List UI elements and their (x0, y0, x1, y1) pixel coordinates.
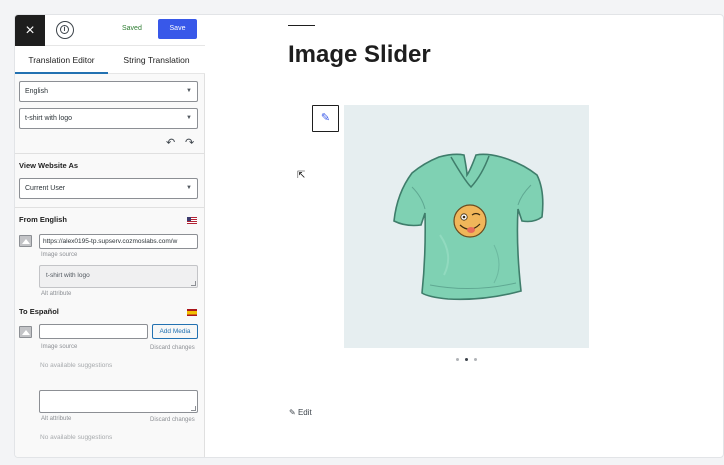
tshirt-image (393, 153, 544, 301)
close-icon: × (25, 22, 35, 39)
mouse-cursor-icon: ⇱ (297, 170, 306, 181)
pencil-icon: ✎ (320, 112, 331, 124)
source-image-url-field[interactable]: https://alex0195-tp.supserv.cozmoslabs.c… (39, 234, 198, 249)
sidebar-topbar: × i Saved Save (15, 15, 205, 46)
slider-dot[interactable] (456, 358, 459, 361)
discard-changes-link[interactable]: Discard changes (150, 345, 195, 351)
target-alt-textarea[interactable] (39, 390, 198, 413)
es-flag-icon (187, 309, 197, 316)
source-image-caption: Image source (41, 252, 78, 258)
page-preview: Image Slider ✎ ⇱ ✎ Edit (205, 15, 723, 457)
slider-dot-active[interactable] (465, 358, 468, 361)
target-language-title: To Español (19, 307, 59, 316)
page-title: Image Slider (288, 41, 431, 68)
target-image-url-field[interactable] (39, 324, 148, 339)
slider-dot[interactable] (474, 358, 477, 361)
chevron-down-icon: ▼ (186, 115, 192, 121)
image-icon (19, 326, 32, 338)
saved-status: Saved (122, 25, 142, 32)
chevron-down-icon: ▼ (186, 88, 192, 94)
resize-grip-icon (191, 406, 196, 411)
edit-link[interactable]: ✎ Edit (289, 408, 312, 417)
source-alt-value: t-shirt with logo (46, 272, 90, 279)
image-icon (19, 235, 32, 247)
sidebar-tabs: Translation Editor String Translation (15, 46, 205, 74)
pencil-icon: ✎ (289, 408, 296, 417)
edit-translation-button[interactable]: ✎ (312, 105, 339, 132)
source-alt-caption: Alt attribute (41, 291, 72, 297)
suggestions-empty-text: No available suggestions (40, 362, 113, 369)
string-select[interactable]: t-shirt with logo ▼ (19, 108, 198, 129)
source-language-title: From English (19, 215, 67, 224)
slider-image[interactable] (344, 105, 589, 348)
view-as-title: View Website As (19, 161, 79, 170)
resize-grip-icon (191, 281, 196, 286)
us-flag-icon (187, 217, 197, 224)
tab-translation-editor[interactable]: Translation Editor (15, 46, 108, 74)
chevron-down-icon: ▼ (186, 185, 192, 191)
title-rule (288, 25, 315, 26)
view-as-select[interactable]: Current User ▼ (19, 178, 198, 199)
info-icon: i (60, 25, 69, 34)
string-select-value: t-shirt with logo (25, 115, 73, 122)
language-select[interactable]: English ▼ (19, 81, 198, 102)
undo-icon[interactable]: ↶ (166, 136, 175, 149)
suggestions-empty-text: No available suggestions (40, 434, 113, 441)
app-frame: × i Saved Save Translation Editor String… (14, 14, 724, 458)
section-divider (15, 153, 205, 154)
save-button[interactable]: Save (158, 19, 197, 39)
edit-label: Edit (297, 408, 312, 417)
info-button[interactable]: i (56, 21, 74, 39)
source-alt-textarea: t-shirt with logo (39, 265, 198, 288)
section-divider (15, 207, 205, 208)
target-image-caption: Image source (41, 344, 78, 350)
discard-changes-link[interactable]: Discard changes (150, 417, 195, 423)
translation-sidebar: × i Saved Save Translation Editor String… (15, 15, 205, 457)
target-alt-caption: Alt attribute (41, 416, 72, 422)
redo-icon[interactable]: ↷ (185, 136, 194, 149)
close-button[interactable]: × (15, 15, 45, 46)
view-as-select-value: Current User (25, 185, 66, 192)
language-select-value: English (25, 88, 48, 95)
add-media-button[interactable]: Add Media (152, 324, 198, 339)
tab-string-translation[interactable]: String Translation (108, 46, 205, 74)
